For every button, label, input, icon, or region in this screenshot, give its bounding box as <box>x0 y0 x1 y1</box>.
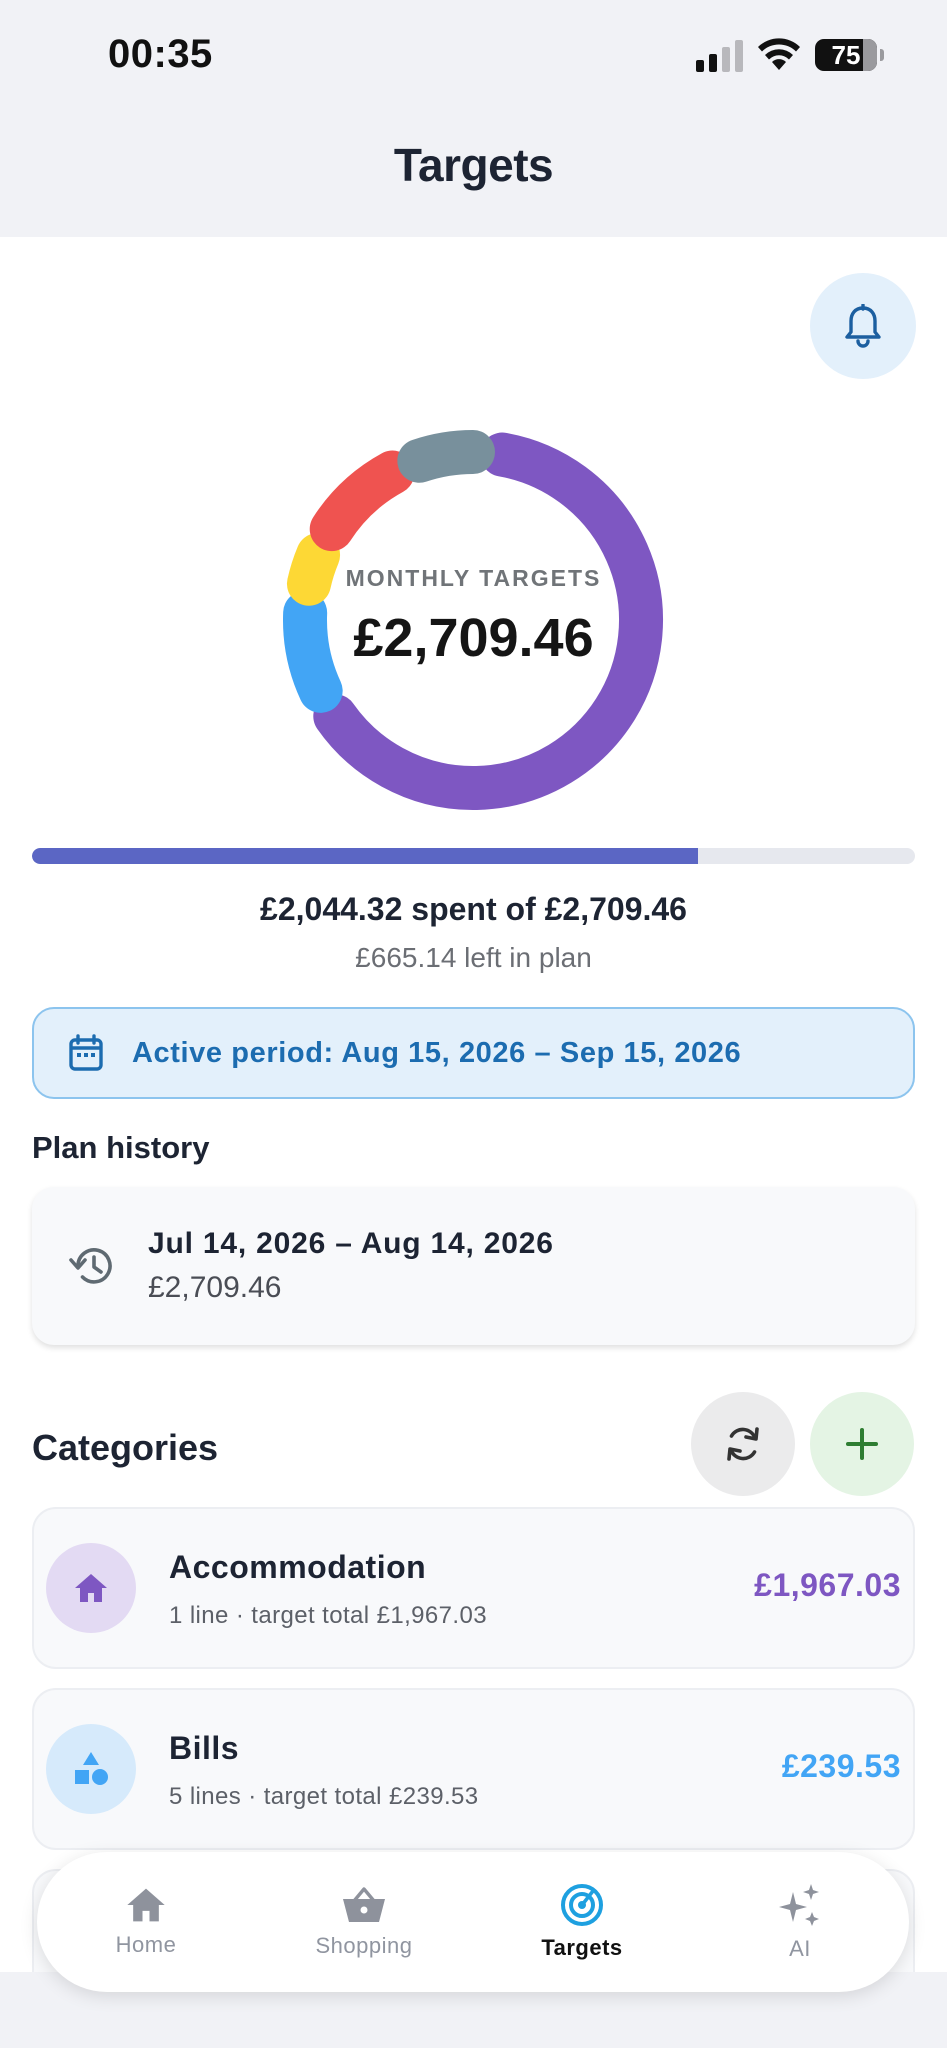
spending-progress-fill <box>32 848 699 864</box>
tab-label: Targets <box>541 1935 623 1960</box>
category-amount: £239.53 <box>781 1748 901 1784</box>
status-icons: 75 <box>696 38 884 72</box>
donut-total-value: £2,709.46 <box>353 608 594 668</box>
page-title: Targets <box>393 139 554 191</box>
history-amount: £2,709.46 <box>148 1271 282 1304</box>
status-time: 00:35 <box>108 32 213 76</box>
spent-summary: £2,044.32 spent of £2,709.46 <box>260 891 687 927</box>
tab-home[interactable]: Home <box>37 1852 255 1992</box>
active-period-text: Active period: Aug 15, 2026 – Sep 15, 20… <box>132 1036 742 1069</box>
battery-icon: 75 <box>815 39 884 71</box>
tab-ai[interactable]: AI <box>691 1852 909 1992</box>
refresh-button[interactable] <box>691 1392 795 1496</box>
wifi-icon <box>758 38 800 70</box>
plan-history-title: Plan history <box>32 1130 210 1165</box>
tab-label: Home <box>115 1932 177 1957</box>
shapes-icon <box>75 1752 108 1785</box>
category-name: Accommodation <box>169 1549 427 1585</box>
home-icon <box>127 1888 165 1922</box>
active-period-banner[interactable]: Active period: Aug 15, 2026 – Sep 15, 20… <box>32 1007 915 1099</box>
sparkles-icon <box>779 1884 819 1926</box>
status-bar: 00:35 75 <box>0 0 947 110</box>
categories-title: Categories <box>32 1427 219 1468</box>
spending-progress-bar <box>32 848 915 864</box>
history-range: Jul 14, 2026 – Aug 14, 2026 <box>148 1227 554 1260</box>
notifications-button[interactable] <box>810 273 916 379</box>
bell-icon <box>845 304 881 348</box>
tab-shopping[interactable]: Shopping <box>255 1852 473 1992</box>
donut-label: MONTHLY TARGETS <box>345 565 602 591</box>
category-subtitle: 5 lines · target total £239.53 <box>169 1783 479 1810</box>
add-category-button[interactable] <box>810 1392 914 1496</box>
category-name: Bills <box>169 1730 240 1766</box>
donut-segment-red-segment <box>309 450 415 552</box>
tab-label: AI <box>789 1936 811 1961</box>
donut-segment-grey-segment <box>397 430 495 483</box>
signal-icon <box>696 38 743 72</box>
tab-label: Shopping <box>315 1933 413 1958</box>
home-icon <box>75 1574 107 1602</box>
basket-icon <box>343 1887 385 1922</box>
category-amount: £1,967.03 <box>754 1567 901 1603</box>
battery-level: 75 <box>831 39 861 70</box>
category-card-accommodation[interactable]: Accommodation 1 line · target total £1,9… <box>32 1507 915 1669</box>
target-icon <box>561 1884 603 1926</box>
plan-history-item[interactable]: Jul 14, 2026 – Aug 14, 2026 £2,709.46 <box>32 1187 915 1345</box>
category-icon-badge <box>46 1724 136 1814</box>
history-icon <box>69 1248 112 1284</box>
remaining-summary: £665.14 left in plan <box>355 942 592 973</box>
category-subtitle: 1 line · target total £1,967.03 <box>169 1602 487 1629</box>
calendar-icon <box>69 1034 103 1071</box>
tab-targets[interactable]: Targets <box>473 1852 691 1992</box>
plus-icon <box>846 1428 878 1460</box>
tab-bar: Home Shopping Targets AI <box>37 1852 909 1992</box>
category-icon-badge <box>46 1543 136 1633</box>
category-card-bills[interactable]: Bills 5 lines · target total £239.53 £23… <box>32 1688 915 1850</box>
refresh-icon <box>727 1427 759 1461</box>
targets-content[interactable]: MONTHLY TARGETS £2,709.46 £2,044.32 spen… <box>0 237 947 1972</box>
